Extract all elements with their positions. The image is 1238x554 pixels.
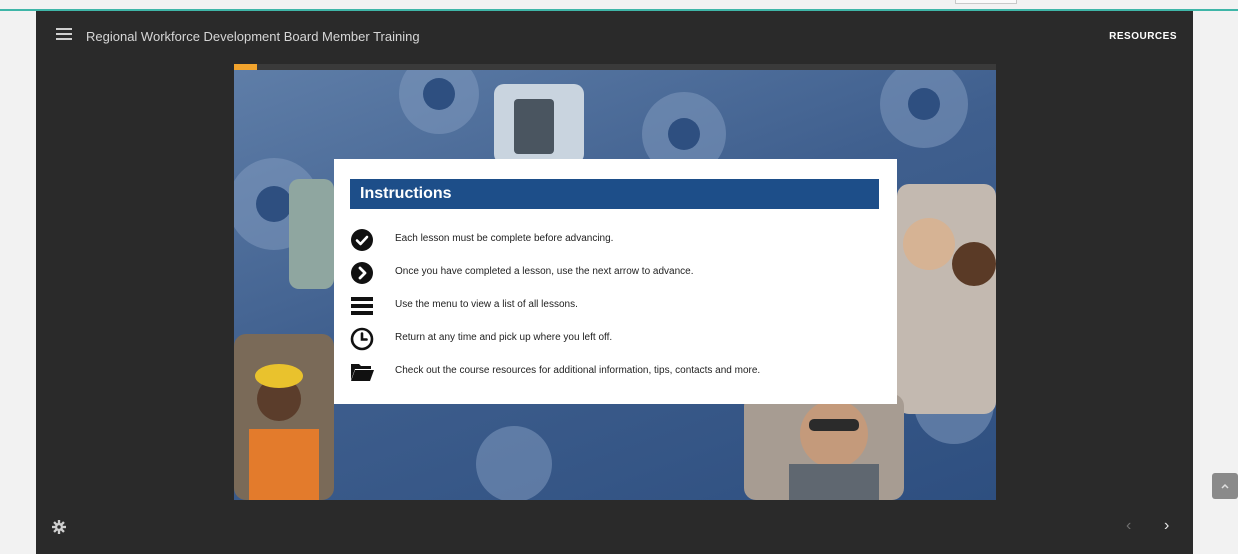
- resources-button[interactable]: RESOURCES: [1109, 31, 1177, 42]
- menu-icon: [351, 297, 373, 315]
- progress-bar: [234, 64, 996, 70]
- instruction-item: Use the menu to view a list of all lesso…: [350, 294, 880, 318]
- progress-fill: [234, 64, 257, 70]
- instruction-item: Return at any time and pick up where you…: [350, 327, 880, 351]
- instructions-title: Instructions: [350, 179, 879, 209]
- instruction-item: Each lesson must be complete before adva…: [350, 228, 880, 252]
- clock-icon: [350, 327, 374, 351]
- folder-icon: [351, 364, 374, 381]
- chevron-up-icon: [1221, 483, 1229, 489]
- previous-arrow-button[interactable]: ‹: [1126, 517, 1131, 535]
- next-arrow-circle-icon: [351, 262, 373, 284]
- instructions-card: Instructions Each lesson must be complet…: [334, 159, 897, 404]
- scroll-to-top-button[interactable]: [1212, 473, 1238, 499]
- next-arrow-button[interactable]: ›: [1164, 517, 1169, 535]
- course-title: Regional Workforce Development Board Mem…: [86, 29, 420, 44]
- slide-area: Instructions Each lesson must be complet…: [234, 64, 996, 500]
- menu-button[interactable]: [56, 28, 72, 44]
- instruction-item: Once you have completed a lesson, use th…: [350, 261, 880, 285]
- instruction-text: Once you have completed a lesson, use th…: [395, 266, 694, 277]
- course-player: Regional Workforce Development Board Mem…: [36, 11, 1193, 554]
- check-circle-icon: [351, 229, 373, 251]
- top-tab: [955, 0, 1017, 4]
- instruction-text: Each lesson must be complete before adva…: [395, 233, 614, 244]
- instruction-text: Use the menu to view a list of all lesso…: [395, 299, 578, 310]
- instruction-text: Check out the course resources for addit…: [395, 365, 761, 376]
- player-header: Regional Workforce Development Board Mem…: [36, 11, 1193, 63]
- settings-gear-icon[interactable]: [52, 520, 66, 534]
- instruction-text: Return at any time and pick up where you…: [395, 332, 613, 343]
- instruction-item: Check out the course resources for addit…: [350, 360, 880, 384]
